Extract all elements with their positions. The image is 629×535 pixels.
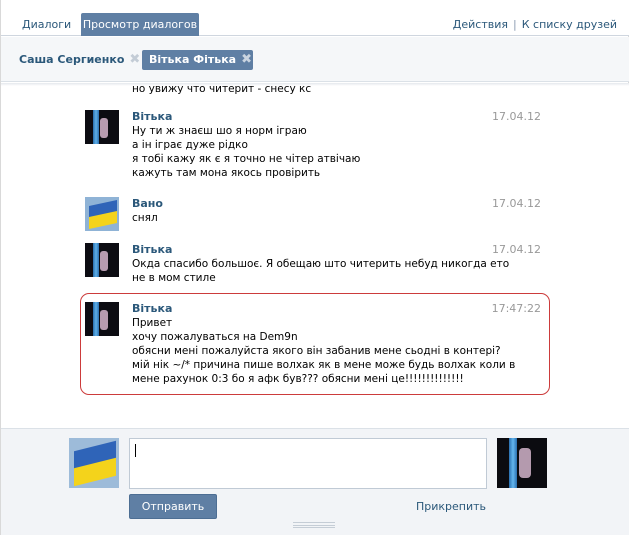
message-text-line: кажуть там мона якось провірить: [132, 167, 321, 179]
message-item: Вано 17.04.12 снял: [85, 197, 545, 233]
avatar-figure: [100, 310, 108, 330]
friends-list-link[interactable]: К списку друзей: [522, 18, 617, 31]
avatar-pole: [509, 438, 517, 488]
message-text-line: Окда спасибо большоє. Я обещаю што читер…: [132, 258, 510, 270]
actions-link[interactable]: Действия: [453, 18, 508, 31]
dialog-window: Диалоги Просмотр диалогов Действия | К спи…: [0, 0, 629, 535]
peer-avatar[interactable]: [497, 438, 547, 488]
message-text-line: я тобі кажу як є я точно не чітер атвіча…: [132, 153, 361, 165]
dialog-chip-sasha[interactable]: Саша Сергиенко ✖: [19, 50, 140, 70]
attach-link[interactable]: Прикрепить: [416, 500, 486, 513]
tab-view-dialogs[interactable]: Просмотр диалогов: [81, 13, 199, 36]
actions-separator: |: [513, 18, 517, 31]
avatar-figure: [519, 448, 531, 478]
avatar[interactable]: [85, 197, 119, 231]
message-input[interactable]: [129, 438, 487, 489]
message-cut: но увижу что читерит - снесу кс: [85, 83, 545, 96]
resize-grip[interactable]: [293, 522, 335, 528]
open-dialogs-bar: Саша Сергиенко ✖ Вітька Фітька ✖: [1, 37, 629, 82]
dialog-chip-vitka[interactable]: Вітька Фітька ✖: [142, 50, 253, 70]
message-item-new: Вітька 17:47:22 Привет хочу пожалуваться…: [85, 302, 545, 392]
message-author[interactable]: Вітька: [132, 302, 172, 315]
message-item: Вітька 17.04.12 Окда спасибо большоє. Я …: [85, 243, 545, 287]
message-text-line: но увижу что читерит - снесу кс: [132, 83, 312, 95]
my-avatar[interactable]: [69, 438, 119, 488]
message-author[interactable]: Вано: [132, 197, 163, 210]
message-time: 17.04.12: [492, 110, 541, 123]
avatar-figure: [100, 251, 108, 271]
message-text-line: снял: [132, 212, 158, 224]
top-actions: Действия | К списку друзей: [453, 18, 617, 31]
send-button[interactable]: Отправить: [129, 494, 217, 519]
avatar[interactable]: [85, 302, 119, 336]
tab-dialogs[interactable]: Диалоги: [13, 13, 80, 36]
message-item: Вітька 17.04.12 Ну ти ж знаєш шо я норм …: [85, 110, 545, 180]
message-text-line: мене рахунок 0:3 бо я афк був??? обясни …: [132, 373, 464, 385]
message-text-line: хочу пожалуваться на Dem9n: [132, 331, 298, 343]
message-text-line: обясни мені пожалуйста якого він забанив…: [132, 345, 501, 357]
message-text-line: Привет: [132, 317, 173, 329]
top-tabs-bar: Диалоги Просмотр диалогов Действия | К спи…: [1, 0, 629, 36]
message-time: 17.04.12: [492, 197, 541, 210]
avatar[interactable]: [85, 110, 119, 144]
dialog-chip-label: Вітька Фітька: [149, 53, 237, 66]
message-text-line: а ін іграє дуже рідко: [132, 139, 248, 151]
close-icon[interactable]: ✖: [129, 52, 140, 67]
avatar-figure: [100, 118, 108, 138]
dialog-chip-label: Саша Сергиенко: [19, 53, 125, 66]
message-text-line: Ну ти ж знаєш шо я норм іграю: [132, 125, 307, 137]
text-caret: [135, 444, 136, 457]
avatar-pole: [93, 243, 99, 277]
avatar-pole: [93, 110, 99, 144]
message-author[interactable]: Вітька: [132, 243, 172, 256]
message-composer: Отправить Прикрепить: [1, 428, 629, 535]
close-icon[interactable]: ✖: [241, 52, 252, 67]
avatar[interactable]: [85, 243, 119, 277]
message-time: 17.04.12: [492, 243, 541, 256]
avatar-pole: [93, 302, 99, 336]
message-text-line: не в мом стиле: [132, 272, 216, 284]
message-text-line: мій нік ~/* причина пише волхак як в мен…: [132, 359, 516, 371]
message-time: 17:47:22: [491, 302, 541, 315]
message-author[interactable]: Вітька: [132, 110, 172, 123]
message-history[interactable]: но увижу что читерит - снесу кс Вітька 1…: [1, 83, 629, 428]
